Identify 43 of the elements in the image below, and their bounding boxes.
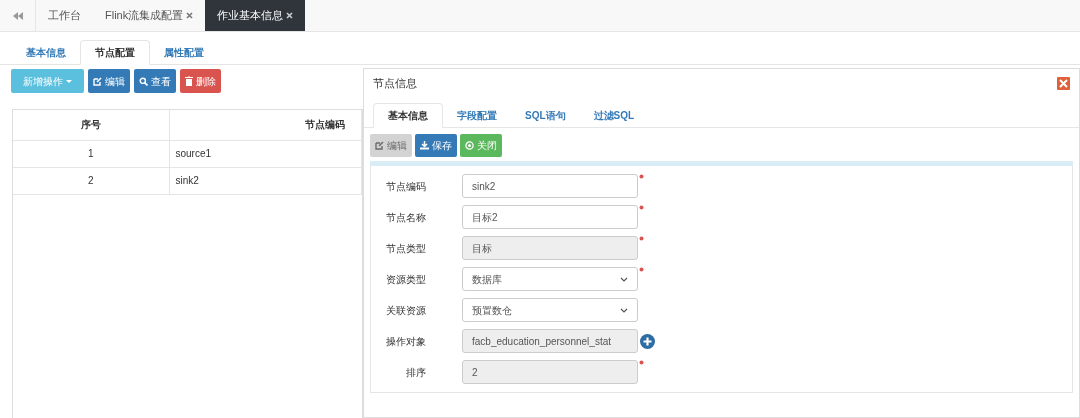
select-field[interactable]: 数据库	[462, 267, 638, 291]
delete-icon	[185, 76, 193, 86]
table-cell: source1	[169, 140, 362, 167]
tab[interactable]: 基本信息	[12, 40, 80, 64]
tab-label: 工作台	[48, 8, 81, 24]
field-label: 操作对象	[385, 334, 426, 349]
save-button[interactable]: 保存	[415, 134, 457, 157]
tab[interactable]: 工作台	[36, 0, 93, 31]
tab[interactable]: 属性配置	[150, 40, 218, 64]
tab[interactable]: 作业基本信息	[205, 0, 306, 31]
tab[interactable]: SQL语句	[511, 103, 580, 127]
field-label: 排序	[405, 365, 426, 380]
field-label: 关联资源	[385, 303, 426, 318]
table-cell: 1	[13, 140, 169, 167]
column-header: 节点编码	[169, 110, 362, 140]
view-button[interactable]: 查看	[134, 69, 176, 93]
input-field[interactable]: sink2	[462, 174, 638, 198]
tab[interactable]: 字段配置	[443, 103, 511, 127]
tab[interactable]: 基本信息	[373, 103, 443, 128]
delete-button[interactable]: 删除	[180, 69, 221, 93]
table-cell: 2	[13, 167, 169, 194]
chevron-icon	[620, 276, 628, 282]
chevron-icon	[620, 307, 628, 313]
column-header: 序号	[13, 110, 169, 140]
view-icon	[139, 76, 148, 86]
field-label: 节点名称	[385, 210, 426, 225]
save-icon	[420, 141, 429, 150]
field-label: 资源类型	[385, 272, 426, 287]
panel-title: 节点信息	[373, 75, 417, 91]
field-label: 节点类型	[385, 241, 426, 256]
caret-icon	[66, 79, 72, 83]
edit-button[interactable]: 编辑	[88, 69, 130, 93]
tab[interactable]: 节点配置	[80, 40, 150, 65]
tab[interactable]: 过滤SQL	[579, 103, 649, 127]
field-label: 节点编码	[385, 179, 426, 194]
tab[interactable]: Flink流集成配置	[93, 0, 206, 31]
edit-icon	[375, 141, 384, 150]
input-field[interactable]: 目标2	[462, 205, 638, 229]
tab-label: Flink流集成配置	[105, 8, 184, 24]
table-cell: sink2	[169, 167, 362, 194]
tab-label: 作业基本信息	[217, 8, 284, 24]
select-field[interactable]: 预置数仓	[462, 298, 638, 322]
edit-icon	[93, 76, 102, 86]
